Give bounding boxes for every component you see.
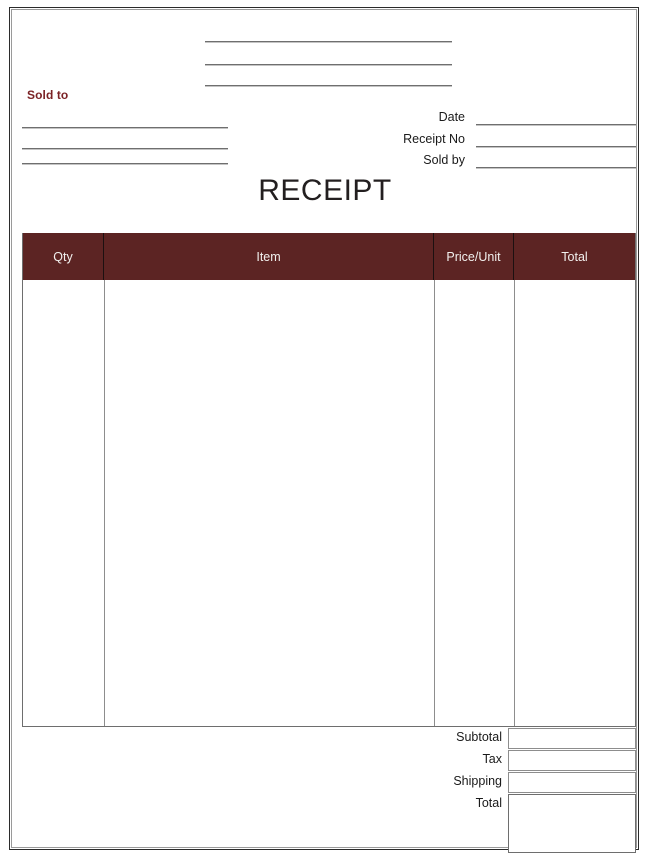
summary-label-shipping: Shipping — [453, 774, 502, 788]
company-line-3[interactable] — [205, 85, 452, 87]
summary-value-total[interactable] — [508, 794, 636, 853]
column-header-qty: Qty — [23, 233, 104, 280]
summary-value-tax[interactable] — [508, 750, 636, 771]
summary-section: Subtotal Tax Shipping Total — [413, 727, 636, 853]
company-line-1[interactable] — [205, 41, 452, 43]
sold-to-line-2[interactable] — [22, 148, 228, 150]
summary-value-subtotal[interactable] — [508, 728, 636, 749]
items-table: Qty Item Price/Unit Total — [22, 233, 636, 727]
date-label: Date — [438, 110, 465, 124]
column-header-price: Price/Unit — [434, 233, 514, 280]
column-divider-qty — [104, 280, 105, 726]
summary-value-shipping[interactable] — [508, 772, 636, 793]
receipt-no-field[interactable] — [476, 146, 636, 148]
company-line-2[interactable] — [205, 64, 452, 66]
column-header-total: Total — [561, 249, 588, 264]
sold-to-line-3[interactable] — [22, 163, 228, 165]
sold-to-line-1[interactable] — [22, 127, 228, 129]
receipt-page: Sold to Date Receipt No Sold by RECEIPT … — [0, 0, 650, 860]
meta-row-receipt-no: Receipt No — [330, 132, 636, 149]
sold-by-label: Sold by — [423, 153, 465, 167]
sold-to-label: Sold to — [27, 88, 69, 102]
page-title: RECEIPT — [258, 174, 392, 207]
meta-row-date: Date — [330, 110, 636, 127]
items-table-header-row: Qty Item Price/Unit Total — [23, 233, 635, 280]
summary-row-total: Total — [413, 793, 636, 853]
summary-label-tax: Tax — [482, 752, 502, 766]
column-header-item: Item — [104, 233, 434, 280]
sold-by-field[interactable] — [476, 167, 636, 169]
column-divider-price — [514, 280, 515, 726]
summary-label-total: Total — [475, 796, 502, 810]
receipt-no-label: Receipt No — [403, 132, 465, 146]
summary-row-tax: Tax — [413, 749, 636, 771]
date-field[interactable] — [476, 124, 636, 126]
summary-row-subtotal: Subtotal — [413, 727, 636, 749]
meta-row-sold-by: Sold by — [330, 153, 636, 170]
summary-row-shipping: Shipping — [413, 771, 636, 793]
summary-label-subtotal: Subtotal — [456, 730, 502, 744]
column-divider-item — [434, 280, 435, 726]
